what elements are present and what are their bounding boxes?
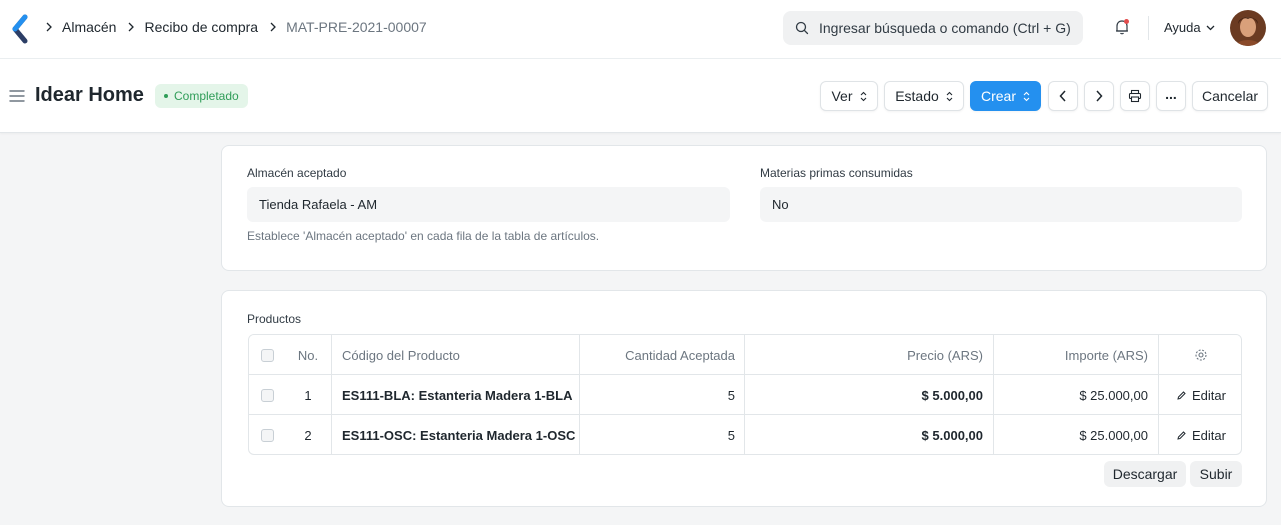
create-button-label: Crear: [980, 88, 1016, 104]
status-dot: [164, 94, 168, 98]
breadcrumb: Almacén Recibo de compra MAT-PRE-2021-00…: [44, 19, 437, 35]
col-code: Código del Producto: [332, 335, 580, 375]
row-price[interactable]: $ 5.000,00: [745, 415, 994, 454]
edit-label: Editar: [1192, 387, 1226, 403]
view-button-label: Ver: [831, 88, 853, 104]
navbar-divider: [1148, 16, 1149, 40]
products-table: No. Código del Producto Cantidad Aceptad…: [248, 334, 1242, 455]
status-button[interactable]: Estado: [884, 81, 964, 111]
row-no: 1: [285, 375, 332, 415]
edit-row-button[interactable]: Editar: [1176, 428, 1226, 443]
cancel-button[interactable]: Cancelar: [1192, 81, 1268, 111]
status-button-label: Estado: [895, 88, 939, 104]
upload-button[interactable]: Subir: [1190, 461, 1242, 487]
breadcrumb-recibo[interactable]: Recibo de compra: [144, 19, 258, 35]
create-button[interactable]: Crear: [970, 81, 1041, 111]
app-logo-icon[interactable]: [10, 14, 30, 44]
row-code[interactable]: ES111-BLA: Estanteria Madera 1-BLA: [332, 375, 580, 415]
gear-icon: [1195, 349, 1207, 361]
col-no: No.: [285, 335, 332, 375]
navbar: Almacén Recibo de compra MAT-PRE-2021-00…: [0, 0, 1281, 59]
edit-label: Editar: [1192, 427, 1226, 443]
next-button[interactable]: [1084, 81, 1114, 111]
search-icon: [795, 21, 809, 35]
row-price[interactable]: $ 5.000,00: [745, 375, 994, 415]
page-head: Idear Home Completado Ver Estado Crear .…: [0, 59, 1281, 133]
chevron-right-icon: [46, 22, 52, 32]
row-edit-cell: Editar: [1159, 415, 1241, 454]
help-label: Ayuda: [1164, 20, 1201, 35]
chevron-right-icon: [270, 22, 277, 32]
edit-row-button[interactable]: Editar: [1176, 388, 1226, 403]
row-select-cell: [249, 375, 285, 415]
products-label: Productos: [247, 312, 302, 326]
select-all-cell: [249, 335, 285, 375]
status-label: Completado: [174, 89, 239, 103]
select-arrows-icon: [946, 91, 953, 101]
select-arrows-icon: [860, 91, 866, 101]
printer-icon: [1128, 89, 1142, 103]
col-price: Precio (ARS): [745, 335, 994, 375]
select-all-checkbox[interactable]: [260, 348, 274, 362]
chevron-right-icon: [1096, 90, 1103, 102]
search-placeholder: Ingresar búsqueda o comando (Ctrl + G): [819, 20, 1071, 36]
previous-button[interactable]: [1048, 81, 1078, 111]
accepted-warehouse-label: Almacén aceptado: [247, 166, 347, 180]
status-badge: Completado: [155, 84, 248, 108]
accepted-warehouse-field[interactable]: Tienda Rafaela - AM: [247, 187, 730, 222]
chevron-right-icon: [129, 22, 135, 32]
table-row[interactable]: 2 ES111-OSC: Estanteria Madera 1-OSC 5 $…: [249, 415, 1241, 454]
row-no: 2: [285, 415, 332, 454]
products-section: Productos No. Código del Producto Cantid…: [221, 290, 1267, 507]
row-select-cell: [249, 415, 285, 454]
warehouse-section: Almacén aceptado Tienda Rafaela - AM Est…: [221, 145, 1267, 271]
table-header: No. Código del Producto Cantidad Aceptad…: [249, 335, 1241, 375]
pencil-icon: [1177, 430, 1186, 440]
download-button[interactable]: Descargar: [1104, 461, 1186, 487]
chevron-down-icon: [1206, 25, 1215, 31]
avatar-image: [1230, 10, 1266, 46]
raw-materials-field[interactable]: No: [760, 187, 1242, 222]
hamburger-icon[interactable]: [9, 89, 25, 103]
row-code[interactable]: ES111-OSC: Estanteria Madera 1-OSC: [332, 415, 580, 454]
row-amount: $ 25.000,00: [994, 375, 1159, 415]
avatar[interactable]: [1230, 10, 1266, 46]
print-button[interactable]: [1120, 81, 1150, 111]
accepted-warehouse-help: Establece 'Almacén aceptado' en cada fil…: [247, 229, 600, 243]
search-input[interactable]: Ingresar búsqueda o comando (Ctrl + G): [783, 11, 1083, 45]
more-button[interactable]: ...: [1156, 81, 1186, 111]
help-dropdown[interactable]: Ayuda: [1164, 20, 1215, 35]
table-row[interactable]: 1 ES111-BLA: Estanteria Madera 1-BLA 5 $…: [249, 375, 1241, 415]
row-amount: $ 25.000,00: [994, 415, 1159, 454]
pencil-icon: [1177, 390, 1186, 400]
col-amount: Importe (ARS): [994, 335, 1159, 375]
breadcrumb-almacen[interactable]: Almacén: [62, 19, 116, 35]
col-qty: Cantidad Aceptada: [580, 335, 745, 375]
page-title: Idear Home: [35, 84, 144, 106]
view-button[interactable]: Ver: [820, 81, 878, 111]
row-qty[interactable]: 5: [580, 415, 745, 454]
more-icon: ...: [1165, 86, 1177, 102]
raw-materials-label: Materias primas consumidas: [760, 166, 913, 180]
row-checkbox[interactable]: [260, 428, 274, 442]
select-arrows-icon: [1023, 91, 1030, 101]
row-checkbox[interactable]: [260, 388, 274, 402]
cancel-button-label: Cancelar: [1201, 88, 1259, 104]
notification-dot: [1124, 19, 1129, 24]
column-settings[interactable]: [1159, 335, 1241, 375]
row-edit-cell: Editar: [1159, 375, 1241, 415]
row-qty[interactable]: 5: [580, 375, 745, 415]
breadcrumb-current[interactable]: MAT-PRE-2021-00007: [286, 19, 427, 35]
chevron-left-icon: [1059, 90, 1066, 102]
